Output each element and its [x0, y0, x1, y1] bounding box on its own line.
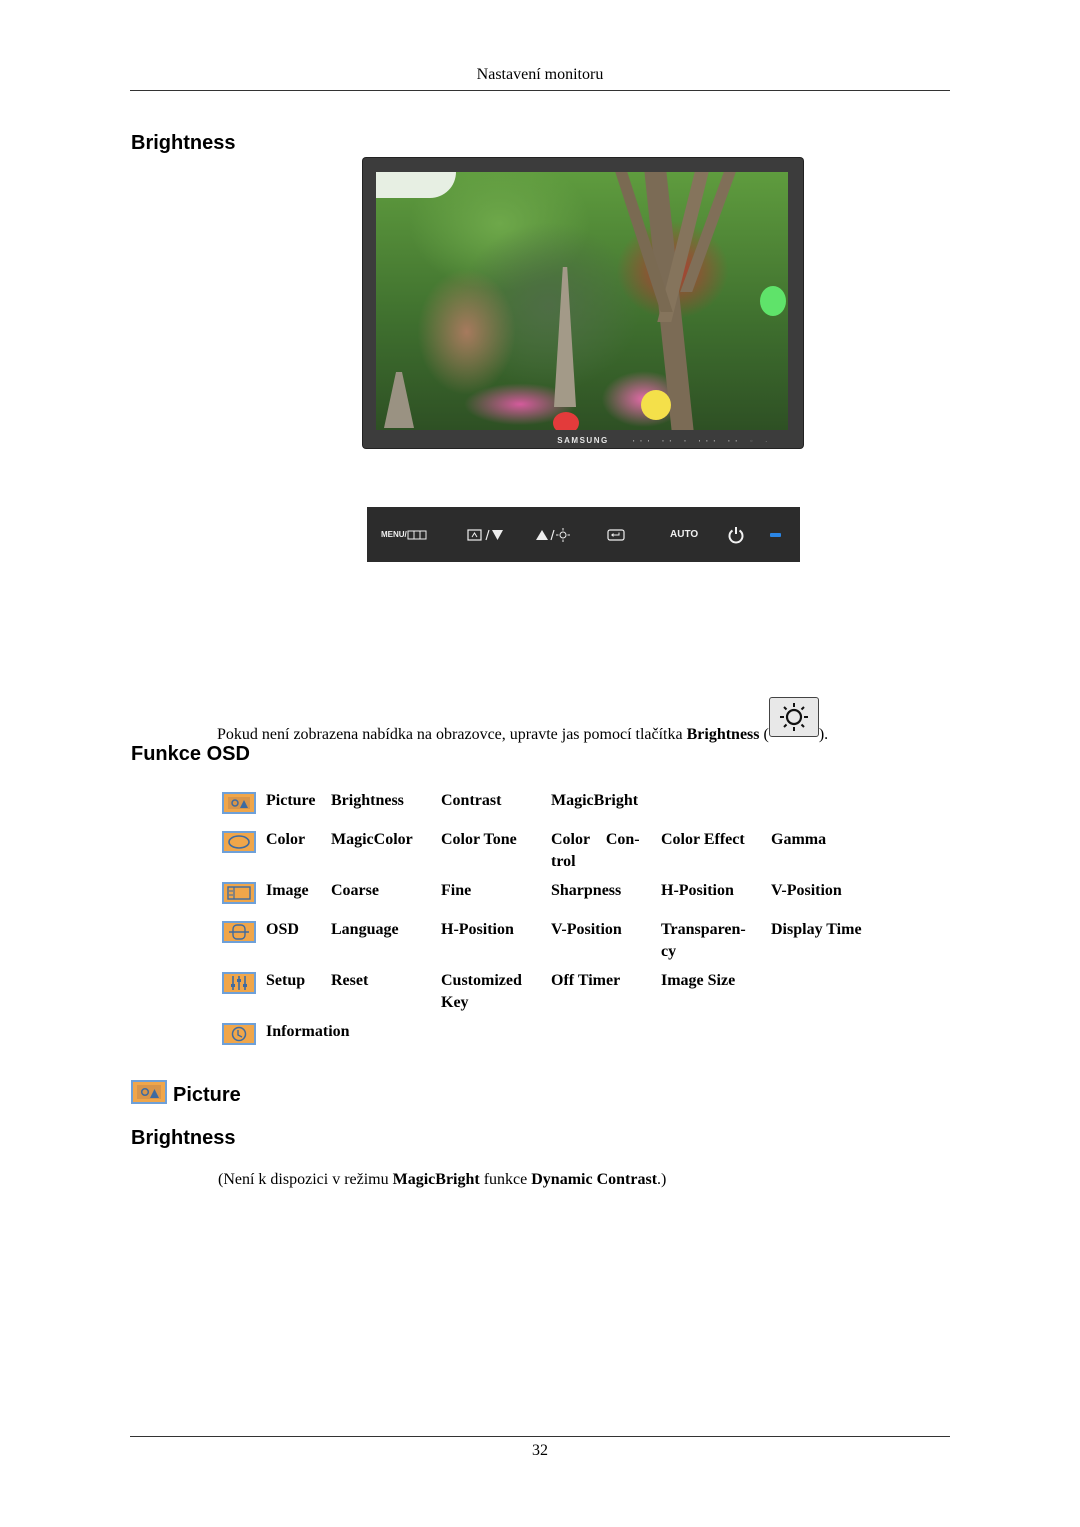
information-icon — [222, 1023, 256, 1045]
osd-menu-color: Color — [266, 831, 306, 848]
note-text: (Není k dispozici v režimu — [218, 1171, 393, 1188]
osd-cell-main: Setup — [221, 970, 331, 1021]
menu-icon — [407, 530, 427, 539]
magicbright-down-icon — [467, 528, 503, 541]
osd-cell-main: Color — [221, 829, 331, 880]
osd-item: Sharpness — [551, 882, 622, 899]
picture-icon — [222, 792, 256, 814]
menu-button[interactable]: MENU/ — [381, 507, 427, 562]
source-enter-icon — [607, 528, 625, 541]
photo-pagoda — [554, 267, 576, 407]
note-bold-dynamic-contrast: Dynamic Contrast — [531, 1171, 658, 1188]
color-icon — [222, 831, 256, 853]
picture-icon — [131, 1079, 167, 1104]
osd-menu-information: Information — [266, 1023, 350, 1040]
osd-menu-table: Picture Brightness Contrast MagicBright … — [221, 790, 881, 1060]
monitor-control-strip: MENU/ AUTO — [367, 507, 800, 562]
footer-rule — [130, 1436, 950, 1437]
osd-item: Fine — [441, 882, 472, 899]
photo-small-pagoda — [384, 372, 414, 428]
monitor-illustration: SAMSUNG ▪▪▪ ▪▪ ▪ ▪▪▪ ▪▪ ◌ - — [363, 158, 803, 448]
osd-row-setup: Setup Reset Customized Key Off Timer Ima… — [221, 970, 881, 1021]
power-icon — [728, 526, 744, 543]
osd-item: Image Size — [661, 972, 736, 989]
photo-green-lantern — [760, 286, 786, 316]
osd-item: Transparen- cy — [661, 921, 746, 960]
auto-button[interactable]: AUTO — [670, 507, 698, 562]
osd-cell-main: Information — [221, 1021, 350, 1060]
osd-cell-main: OSD — [221, 919, 331, 970]
osd-menu-setup: Setup — [266, 972, 306, 989]
photo-yellow-lantern — [641, 390, 671, 420]
osd-item: Off Timer — [551, 972, 621, 989]
osd-item: Language — [331, 921, 399, 938]
instruction-paren-close: ). — [818, 726, 829, 743]
osd-item: Reset — [331, 972, 369, 989]
section-title-brightness: Brightness — [131, 132, 236, 154]
osd-row-information: Information — [221, 1021, 881, 1060]
setup-icon — [222, 972, 256, 994]
osd-menu-osd: OSD — [266, 921, 299, 938]
osd-row-picture: Picture Brightness Contrast MagicBright — [221, 790, 881, 829]
osd-item: MagicColor — [331, 831, 413, 848]
page-number: 32 — [532, 1442, 548, 1459]
dynamic-contrast-note: (Není k dispozici v režimu MagicBright f… — [218, 1171, 666, 1189]
osd-cell-main: Picture — [221, 790, 331, 829]
osd-row-image: Image Coarse Fine Sharpness H-Position V… — [221, 880, 881, 919]
osd-item: H-Position — [661, 882, 734, 899]
osd-cell-main: Image — [221, 880, 331, 919]
osd-item: Customized Key — [441, 972, 522, 1011]
section-title-picture-brightness: Brightness — [131, 1127, 236, 1149]
running-header: Nastavení monitoru — [476, 66, 604, 83]
osd-menu-image: Image — [266, 882, 309, 899]
osd-menu-picture: Picture — [266, 792, 316, 809]
magicbright-down-button[interactable] — [467, 507, 505, 562]
osd-item: Brightness — [331, 792, 404, 809]
section-title-osd: Funkce OSD — [131, 743, 250, 765]
osd-row-osd: OSD Language H-Position V-Position Trans… — [221, 919, 881, 970]
source-enter-button[interactable] — [607, 507, 625, 562]
osd-item: Color Effect — [661, 831, 745, 848]
sun-icon — [779, 703, 808, 731]
power-led-indicator — [770, 532, 781, 537]
brightness-button-image — [768, 697, 819, 737]
monitor-screen-photo — [376, 172, 788, 430]
osd-item: Contrast — [441, 792, 502, 809]
brightness-instruction: Pokud není zobrazena nabídka na obrazovc… — [217, 697, 829, 744]
osd-row-color: Color MagicColor Color Tone Color Con- t… — [221, 829, 881, 880]
osd-item: Display Time — [771, 921, 862, 938]
menu-label: MENU/ — [381, 530, 407, 539]
osd-item: MagicBright — [551, 792, 639, 809]
osd-item: V-Position — [551, 921, 622, 938]
photo-red-lantern — [553, 412, 579, 430]
instruction-paren-open: ( — [759, 726, 769, 743]
osd-item: Color Tone — [441, 831, 517, 848]
osd-item: H-Position — [441, 921, 514, 938]
bezel-buttons: ▪▪▪ ▪▪ ▪ ▪▪▪ ▪▪ ◌ - — [633, 438, 773, 443]
header-rule — [130, 90, 950, 91]
note-bold-magicbright: MagicBright — [392, 1171, 480, 1188]
instruction-bold-brightness: Brightness — [686, 726, 760, 743]
note-text: .) — [657, 1171, 667, 1188]
photo-sky — [376, 172, 456, 198]
osd-item: Gamma — [771, 831, 827, 848]
instruction-text: Pokud není zobrazena nabídka na obrazovc… — [217, 726, 687, 743]
note-text: funkce — [479, 1171, 532, 1188]
osd-icon — [222, 921, 256, 943]
power-button[interactable] — [727, 507, 745, 562]
section-title-picture: Picture — [173, 1084, 241, 1106]
up-brightness-icon — [536, 527, 570, 542]
image-icon — [222, 882, 256, 904]
up-brightness-button[interactable] — [535, 507, 571, 562]
osd-item: Color Con- trol — [551, 831, 640, 870]
picture-heading: Picture — [131, 1076, 241, 1107]
power-led — [770, 507, 781, 562]
osd-item: Coarse — [331, 882, 379, 899]
osd-item: V-Position — [771, 882, 842, 899]
